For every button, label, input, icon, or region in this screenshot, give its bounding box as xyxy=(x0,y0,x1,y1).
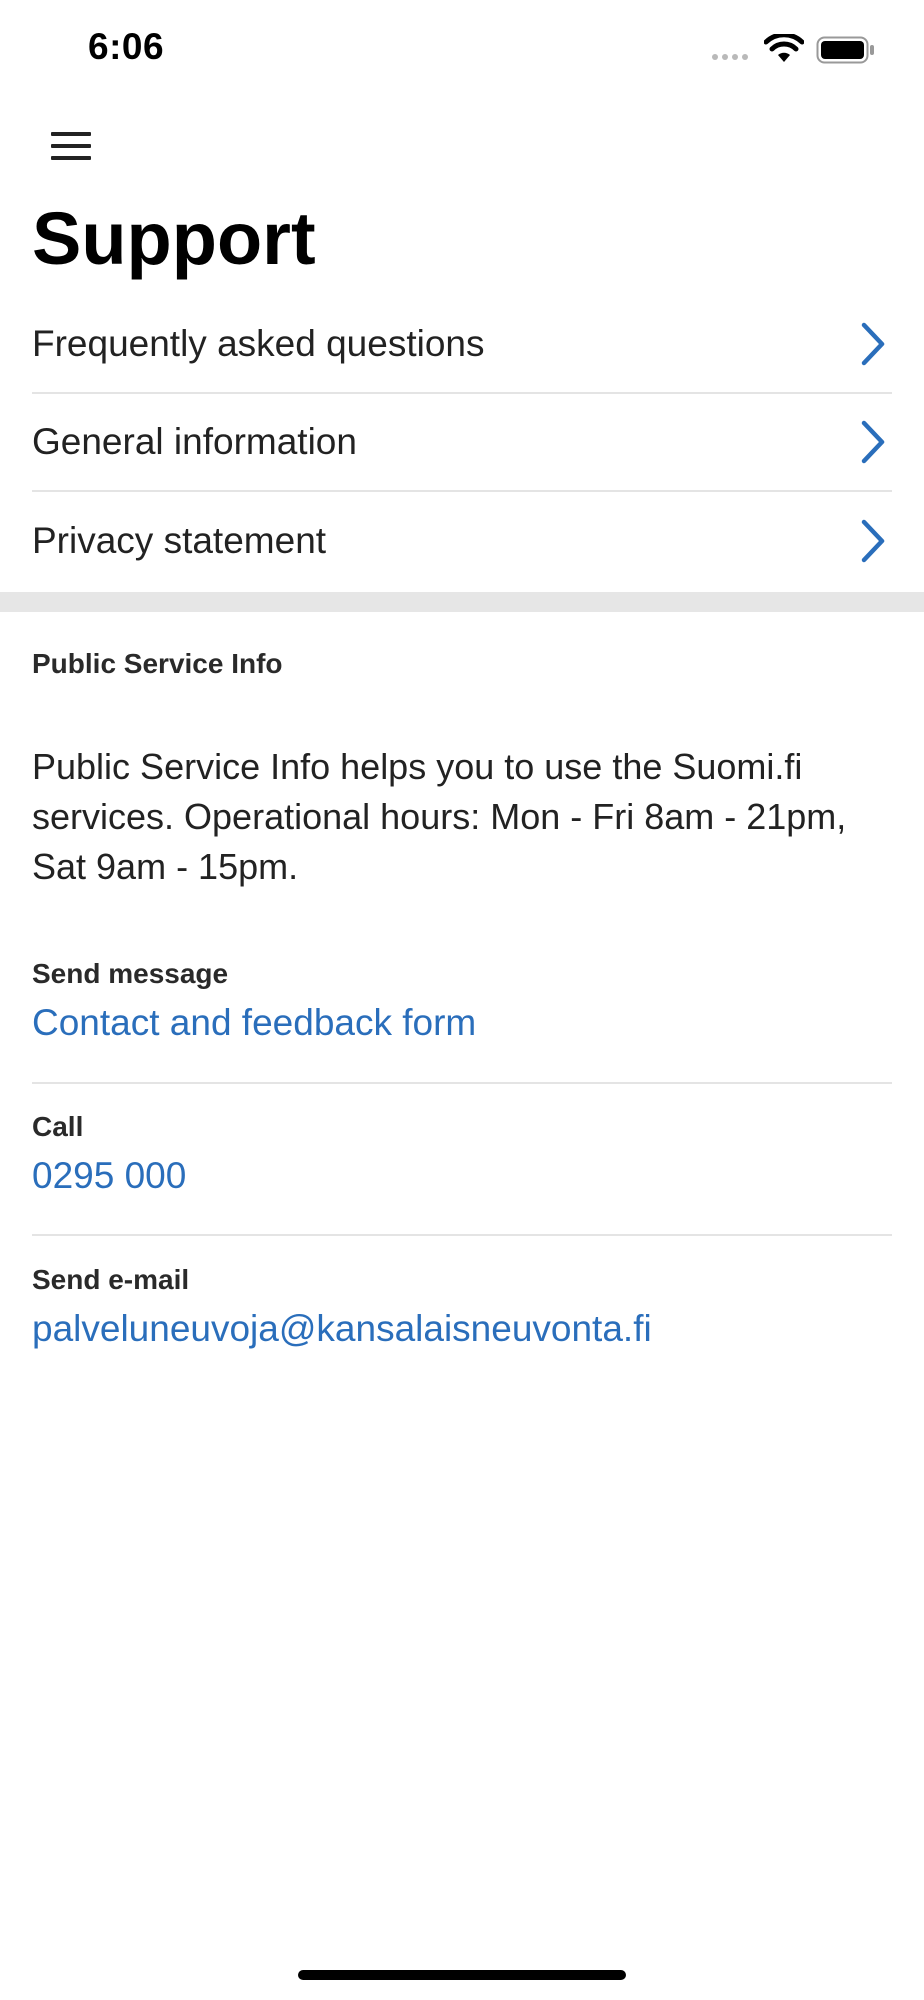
phone-number-link[interactable]: 0295 000 xyxy=(32,1155,892,1197)
contact-send-message: Send message Contact and feedback form xyxy=(32,958,892,1044)
send-email-label: Send e-mail xyxy=(32,1264,190,1295)
status-time: 6:06 xyxy=(88,26,165,67)
info-description: Public Service Info helps you to use the… xyxy=(32,746,847,887)
battery-icon xyxy=(816,36,874,64)
section-divider xyxy=(0,592,924,612)
menu-button[interactable] xyxy=(46,126,96,166)
divider xyxy=(32,1082,892,1084)
wifi-icon xyxy=(764,34,804,62)
chevron-right-icon xyxy=(861,322,885,366)
contact-send-email: Send e-mail palveluneuvoja@kansalaisneuv… xyxy=(32,1264,892,1350)
nav-item-privacy-statement[interactable]: Privacy statement xyxy=(32,492,892,590)
call-label: Call xyxy=(32,1111,84,1142)
contact-feedback-form-link[interactable]: Contact and feedback form xyxy=(32,1002,892,1044)
support-nav-list: Frequently asked questions General infor… xyxy=(32,296,892,590)
divider xyxy=(32,1234,892,1236)
info-heading: Public Service Info xyxy=(32,648,283,679)
email-link[interactable]: palveluneuvoja@kansalaisneuvonta.fi xyxy=(32,1308,892,1350)
contact-call: Call 0295 000 xyxy=(32,1111,892,1197)
nav-item-general-information[interactable]: General information xyxy=(32,394,892,492)
cellular-signal-icon xyxy=(712,54,748,60)
page-title: Support xyxy=(32,197,316,280)
status-bar: 6:06 xyxy=(0,0,924,100)
nav-item-label: Privacy statement xyxy=(32,520,327,561)
nav-item-label: Frequently asked questions xyxy=(32,323,485,364)
chevron-right-icon xyxy=(861,420,885,464)
chevron-right-icon xyxy=(861,519,885,563)
home-indicator[interactable] xyxy=(298,1970,626,1980)
send-message-label: Send message xyxy=(32,958,229,989)
nav-item-label: General information xyxy=(32,421,357,462)
nav-item-faq[interactable]: Frequently asked questions xyxy=(32,296,892,394)
